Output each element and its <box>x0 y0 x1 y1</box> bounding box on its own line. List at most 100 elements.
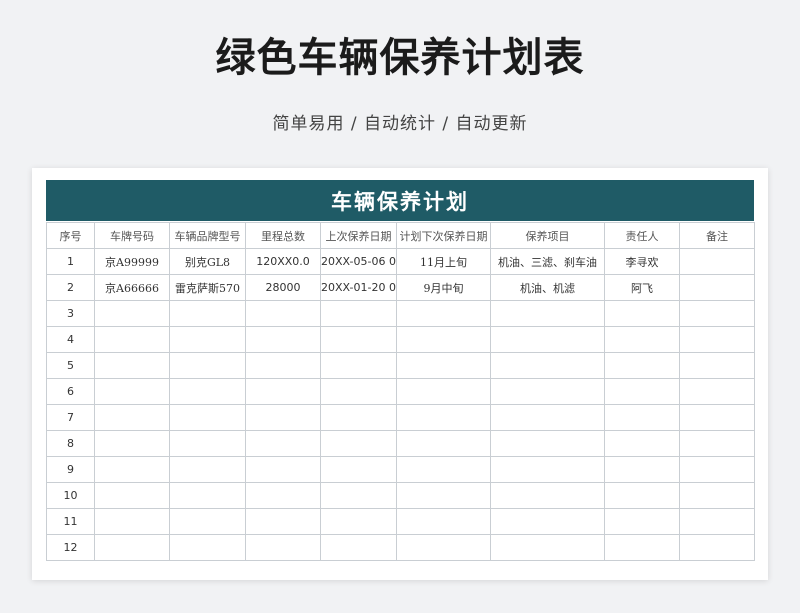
cell-index[interactable]: 7 <box>46 404 95 431</box>
cell-last-date[interactable] <box>320 508 397 535</box>
cell-index[interactable]: 1 <box>46 248 95 275</box>
cell-last-date[interactable] <box>320 456 397 483</box>
cell-plate[interactable]: 京A66666 <box>94 274 170 301</box>
cell-plate[interactable] <box>94 534 170 561</box>
cell-last-date[interactable]: 20XX-05-06 00:00:00 <box>320 248 397 275</box>
cell-owner[interactable] <box>604 326 680 353</box>
cell-plate[interactable] <box>94 430 170 457</box>
cell-model[interactable]: 雷克萨斯570 <box>169 274 246 301</box>
cell-last-date[interactable] <box>320 482 397 509</box>
cell-model[interactable] <box>169 534 246 561</box>
cell-index[interactable]: 12 <box>46 534 95 561</box>
cell-model[interactable] <box>169 352 246 379</box>
cell-last-date[interactable] <box>320 352 397 379</box>
cell-notes[interactable] <box>679 534 755 561</box>
cell-notes[interactable] <box>679 456 755 483</box>
cell-index[interactable]: 3 <box>46 300 95 327</box>
cell-index[interactable]: 8 <box>46 430 95 457</box>
cell-owner[interactable] <box>604 300 680 327</box>
cell-model[interactable]: 别克GL8 <box>169 248 246 275</box>
cell-owner[interactable] <box>604 378 680 405</box>
cell-mileage[interactable]: 28000 <box>245 274 321 301</box>
cell-next-date[interactable] <box>396 534 491 561</box>
cell-index[interactable]: 9 <box>46 456 95 483</box>
cell-last-date[interactable]: 20XX-01-20 00:00:00 <box>320 274 397 301</box>
cell-owner[interactable] <box>604 430 680 457</box>
cell-owner[interactable] <box>604 404 680 431</box>
cell-notes[interactable] <box>679 300 755 327</box>
cell-items[interactable] <box>490 456 605 483</box>
cell-next-date[interactable] <box>396 430 491 457</box>
cell-next-date[interactable] <box>396 404 491 431</box>
cell-model[interactable] <box>169 378 246 405</box>
cell-owner[interactable] <box>604 508 680 535</box>
cell-plate[interactable] <box>94 482 170 509</box>
cell-next-date[interactable] <box>396 326 491 353</box>
cell-notes[interactable] <box>679 352 755 379</box>
cell-items[interactable]: 机油、三滤、刹车油 <box>490 248 605 275</box>
cell-index[interactable]: 5 <box>46 352 95 379</box>
cell-notes[interactable] <box>679 430 755 457</box>
cell-next-date[interactable] <box>396 378 491 405</box>
cell-owner[interactable] <box>604 352 680 379</box>
cell-last-date[interactable] <box>320 300 397 327</box>
cell-next-date[interactable] <box>396 456 491 483</box>
cell-items[interactable] <box>490 404 605 431</box>
cell-notes[interactable] <box>679 378 755 405</box>
cell-mileage[interactable] <box>245 534 321 561</box>
cell-items[interactable] <box>490 482 605 509</box>
cell-mileage[interactable] <box>245 378 321 405</box>
cell-items[interactable] <box>490 300 605 327</box>
cell-model[interactable] <box>169 300 246 327</box>
cell-next-date[interactable] <box>396 508 491 535</box>
cell-mileage[interactable] <box>245 430 321 457</box>
cell-index[interactable]: 2 <box>46 274 95 301</box>
cell-owner[interactable] <box>604 456 680 483</box>
cell-model[interactable] <box>169 326 246 353</box>
cell-items[interactable] <box>490 508 605 535</box>
cell-mileage[interactable] <box>245 404 321 431</box>
cell-plate[interactable] <box>94 300 170 327</box>
cell-plate[interactable] <box>94 352 170 379</box>
cell-plate[interactable] <box>94 508 170 535</box>
cell-index[interactable]: 6 <box>46 378 95 405</box>
cell-last-date[interactable] <box>320 404 397 431</box>
cell-next-date[interactable]: 11月上旬 <box>396 248 491 275</box>
cell-mileage[interactable] <box>245 508 321 535</box>
cell-owner[interactable]: 阿飞 <box>604 274 680 301</box>
cell-last-date[interactable] <box>320 326 397 353</box>
cell-items[interactable] <box>490 534 605 561</box>
cell-owner[interactable]: 李寻欢 <box>604 248 680 275</box>
cell-mileage[interactable] <box>245 482 321 509</box>
cell-index[interactable]: 10 <box>46 482 95 509</box>
cell-notes[interactable] <box>679 248 755 275</box>
cell-items[interactable] <box>490 352 605 379</box>
cell-items[interactable] <box>490 378 605 405</box>
cell-notes[interactable] <box>679 482 755 509</box>
cell-last-date[interactable] <box>320 534 397 561</box>
cell-index[interactable]: 11 <box>46 508 95 535</box>
cell-plate[interactable] <box>94 378 170 405</box>
cell-model[interactable] <box>169 430 246 457</box>
cell-mileage[interactable] <box>245 326 321 353</box>
cell-items[interactable]: 机油、机滤 <box>490 274 605 301</box>
cell-model[interactable] <box>169 456 246 483</box>
cell-notes[interactable] <box>679 274 755 301</box>
cell-notes[interactable] <box>679 508 755 535</box>
cell-mileage[interactable] <box>245 300 321 327</box>
cell-model[interactable] <box>169 404 246 431</box>
cell-items[interactable] <box>490 430 605 457</box>
cell-last-date[interactable] <box>320 430 397 457</box>
cell-next-date[interactable] <box>396 482 491 509</box>
cell-mileage[interactable]: 120XX0.0 <box>245 248 321 275</box>
cell-notes[interactable] <box>679 326 755 353</box>
cell-mileage[interactable] <box>245 456 321 483</box>
cell-next-date[interactable] <box>396 300 491 327</box>
cell-last-date[interactable] <box>320 378 397 405</box>
cell-plate[interactable]: 京A99999 <box>94 248 170 275</box>
cell-model[interactable] <box>169 482 246 509</box>
cell-next-date[interactable]: 9月中旬 <box>396 274 491 301</box>
cell-plate[interactable] <box>94 326 170 353</box>
cell-model[interactable] <box>169 508 246 535</box>
cell-owner[interactable] <box>604 534 680 561</box>
